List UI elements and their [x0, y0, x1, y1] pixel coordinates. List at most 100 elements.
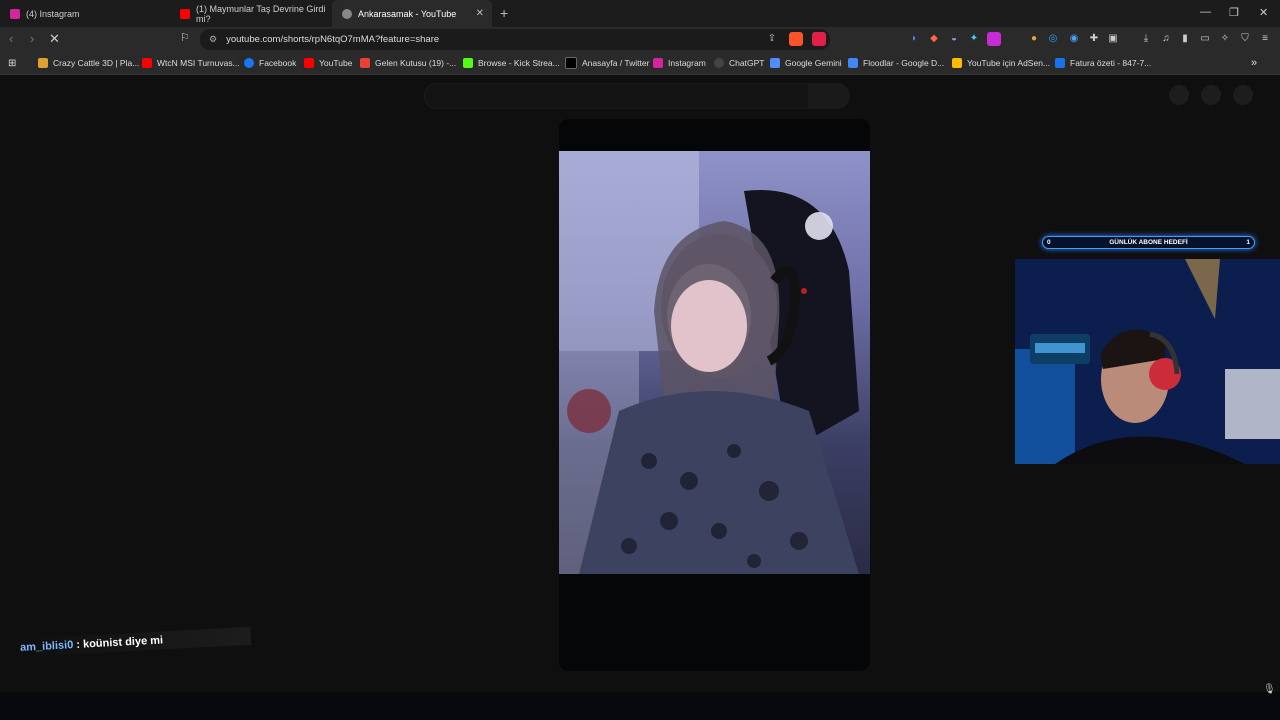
- more-bookmarks-icon[interactable]: »: [1251, 56, 1257, 70]
- extension-icon[interactable]: ●: [1027, 32, 1041, 46]
- bookmark-item[interactable]: Anasayfa / Twitter: [565, 56, 649, 70]
- menu-icon[interactable]: ≡: [1258, 32, 1272, 46]
- search-button[interactable]: [808, 83, 850, 109]
- tab-youtube-video[interactable]: (1) Maymunlar Taş Devrine Girdi mi?: [170, 0, 330, 27]
- bookmark-label: Browse - Kick Strea...: [478, 58, 560, 68]
- extension-icon[interactable]: ✦: [967, 32, 981, 46]
- shorts-player[interactable]: [559, 119, 870, 671]
- close-window-icon[interactable]: ✕: [1259, 6, 1268, 19]
- apps-grid-icon[interactable]: ⊞: [8, 56, 16, 70]
- goal-target: 1: [1246, 239, 1250, 246]
- extension-icon[interactable]: ◉: [1067, 32, 1081, 46]
- back-icon[interactable]: ‹: [9, 31, 13, 46]
- bookmark-favicon: [1055, 58, 1065, 68]
- stream-chat-message: am_iblisi0 : koünist diye mi: [13, 626, 252, 658]
- microphone-icon[interactable]: 🎙: [1263, 684, 1276, 695]
- create-icon[interactable]: [1169, 85, 1189, 105]
- bookmark-item[interactable]: Facebook: [244, 56, 296, 70]
- extensions-puzzle-icon[interactable]: ✚: [1087, 32, 1101, 46]
- bookmark-label: Instagram: [668, 58, 706, 68]
- bookmark-favicon: [952, 58, 962, 68]
- bookmark-favicon: [360, 58, 370, 68]
- bookmark-label: ChatGPT: [729, 58, 765, 68]
- bookmark-favicon: [244, 58, 254, 68]
- bookmark-label: Anasayfa / Twitter: [582, 58, 650, 68]
- bookmark-item[interactable]: Instagram: [653, 56, 706, 70]
- extension-icon[interactable]: ◎: [1046, 32, 1060, 46]
- bookmark-label: Fatura özeti - 847-7...: [1070, 58, 1152, 68]
- wallet-icon[interactable]: ▭: [1198, 32, 1212, 46]
- streamer-webcam: [1015, 259, 1280, 464]
- tab-title: (4) Instagram: [26, 8, 80, 19]
- bookmark-label: Gelen Kutusu (19) -...: [375, 58, 457, 68]
- tab-active-youtube[interactable]: Ankarasamak - YouTube ✕: [332, 0, 492, 27]
- bookmark-favicon: [142, 58, 152, 68]
- video-frame[interactable]: [559, 151, 870, 574]
- search-input[interactable]: [424, 83, 810, 109]
- extension-icon[interactable]: ▣: [1106, 32, 1120, 46]
- toolbar: ‹ › ✕ ⚐ ⚙ youtube.com/shorts/rpN6tqO7mMA…: [0, 27, 1280, 52]
- bookmark-favicon: [714, 58, 724, 68]
- bookmark-item[interactable]: Browse - Kick Strea...: [463, 56, 560, 70]
- bookmark-favicon: [770, 58, 780, 68]
- tab-title: Ankarasamak - YouTube: [358, 8, 457, 19]
- video-scene: [559, 151, 859, 574]
- extension-icon[interactable]: ◆: [927, 32, 941, 46]
- stop-loading-icon[interactable]: ✕: [49, 31, 60, 47]
- chat-text: : koünist diye mi: [76, 634, 164, 651]
- bookmark-favicon: [653, 58, 663, 68]
- media-icon[interactable]: ♫: [1159, 32, 1173, 46]
- extension-icon[interactable]: ◗: [907, 32, 921, 46]
- restore-icon[interactable]: ❐: [1229, 6, 1239, 19]
- bookmark-icon[interactable]: ⚐: [180, 31, 190, 44]
- bookmark-label: Crazy Cattle 3D | Pla...: [53, 58, 140, 68]
- sidebar-icon[interactable]: ▮: [1178, 32, 1192, 46]
- forward-icon[interactable]: ›: [30, 31, 34, 46]
- bookmark-item[interactable]: YouTube: [304, 56, 352, 70]
- tab-title: (1) Maymunlar Taş Devrine Girdi mi?: [196, 3, 326, 24]
- goal-label: GÜNLÜK ABONE HEDEFİ: [1109, 239, 1188, 246]
- notifications-icon[interactable]: [1201, 85, 1221, 105]
- bookmark-item[interactable]: Crazy Cattle 3D | Pla...: [38, 56, 139, 70]
- youtube-icon: [180, 8, 190, 19]
- chat-username: am_iblisi0: [19, 639, 74, 654]
- extension-icon[interactable]: ◒: [947, 32, 961, 46]
- bookmark-favicon: [463, 58, 473, 68]
- tab-strip: (4) Instagram (1) Maymunlar Taş Devrine …: [0, 0, 1280, 27]
- bookmark-item[interactable]: Fatura özeti - 847-7...: [1055, 56, 1151, 70]
- bookmark-label: Google Gemini: [785, 58, 842, 68]
- brave-rewards-icon[interactable]: [812, 32, 826, 46]
- bookmark-item[interactable]: Floodlar - Google D...: [848, 56, 944, 70]
- close-tab-icon[interactable]: ✕: [476, 8, 484, 19]
- bookmark-item[interactable]: Gelen Kutusu (19) -...: [360, 56, 456, 70]
- extension-icon[interactable]: [987, 32, 1001, 46]
- url-text: youtube.com/shorts/rpN6tqO7mMA?feature=s…: [226, 34, 440, 45]
- brave-shields-icon[interactable]: [789, 32, 803, 46]
- loading-icon: [342, 8, 352, 19]
- webcam-scene: [1015, 259, 1280, 464]
- bookmark-item[interactable]: Google Gemini: [770, 56, 842, 70]
- taskbar-strip: 🎙: [0, 684, 1280, 720]
- tab-instagram[interactable]: (4) Instagram: [0, 0, 170, 27]
- download-icon[interactable]: ⤓: [1139, 32, 1153, 46]
- bookmark-item[interactable]: ChatGPT: [714, 56, 764, 70]
- bookmark-label: WtcN MSI Turnuvas...: [157, 58, 240, 68]
- bookmark-item[interactable]: YouTube için AdSen...: [952, 56, 1050, 70]
- site-settings-icon[interactable]: ⚙: [209, 34, 217, 45]
- bookmark-favicon: [565, 57, 577, 69]
- avatar[interactable]: [1233, 85, 1253, 105]
- minimize-icon[interactable]: —: [1200, 6, 1211, 18]
- new-tab-button[interactable]: +: [500, 5, 508, 21]
- vpn-icon[interactable]: ⛉: [1238, 32, 1252, 46]
- leo-ai-icon[interactable]: ✧: [1218, 32, 1232, 46]
- address-bar[interactable]: ⚙ youtube.com/shorts/rpN6tqO7mMA?feature…: [200, 29, 830, 50]
- bookmark-label: Floodlar - Google D...: [863, 58, 945, 68]
- subscriber-goal-bar: 0 GÜNLÜK ABONE HEDEFİ 1: [1042, 236, 1255, 249]
- bookmarks-bar: ⊞ Crazy Cattle 3D | Pla... WtcN MSI Turn…: [0, 52, 1280, 75]
- bookmark-favicon: [848, 58, 858, 68]
- bookmark-label: YouTube: [319, 58, 353, 68]
- bookmark-favicon: [304, 58, 314, 68]
- instagram-icon: [10, 8, 20, 19]
- share-icon[interactable]: ⇪: [765, 32, 779, 46]
- bookmark-item[interactable]: WtcN MSI Turnuvas...: [142, 56, 240, 70]
